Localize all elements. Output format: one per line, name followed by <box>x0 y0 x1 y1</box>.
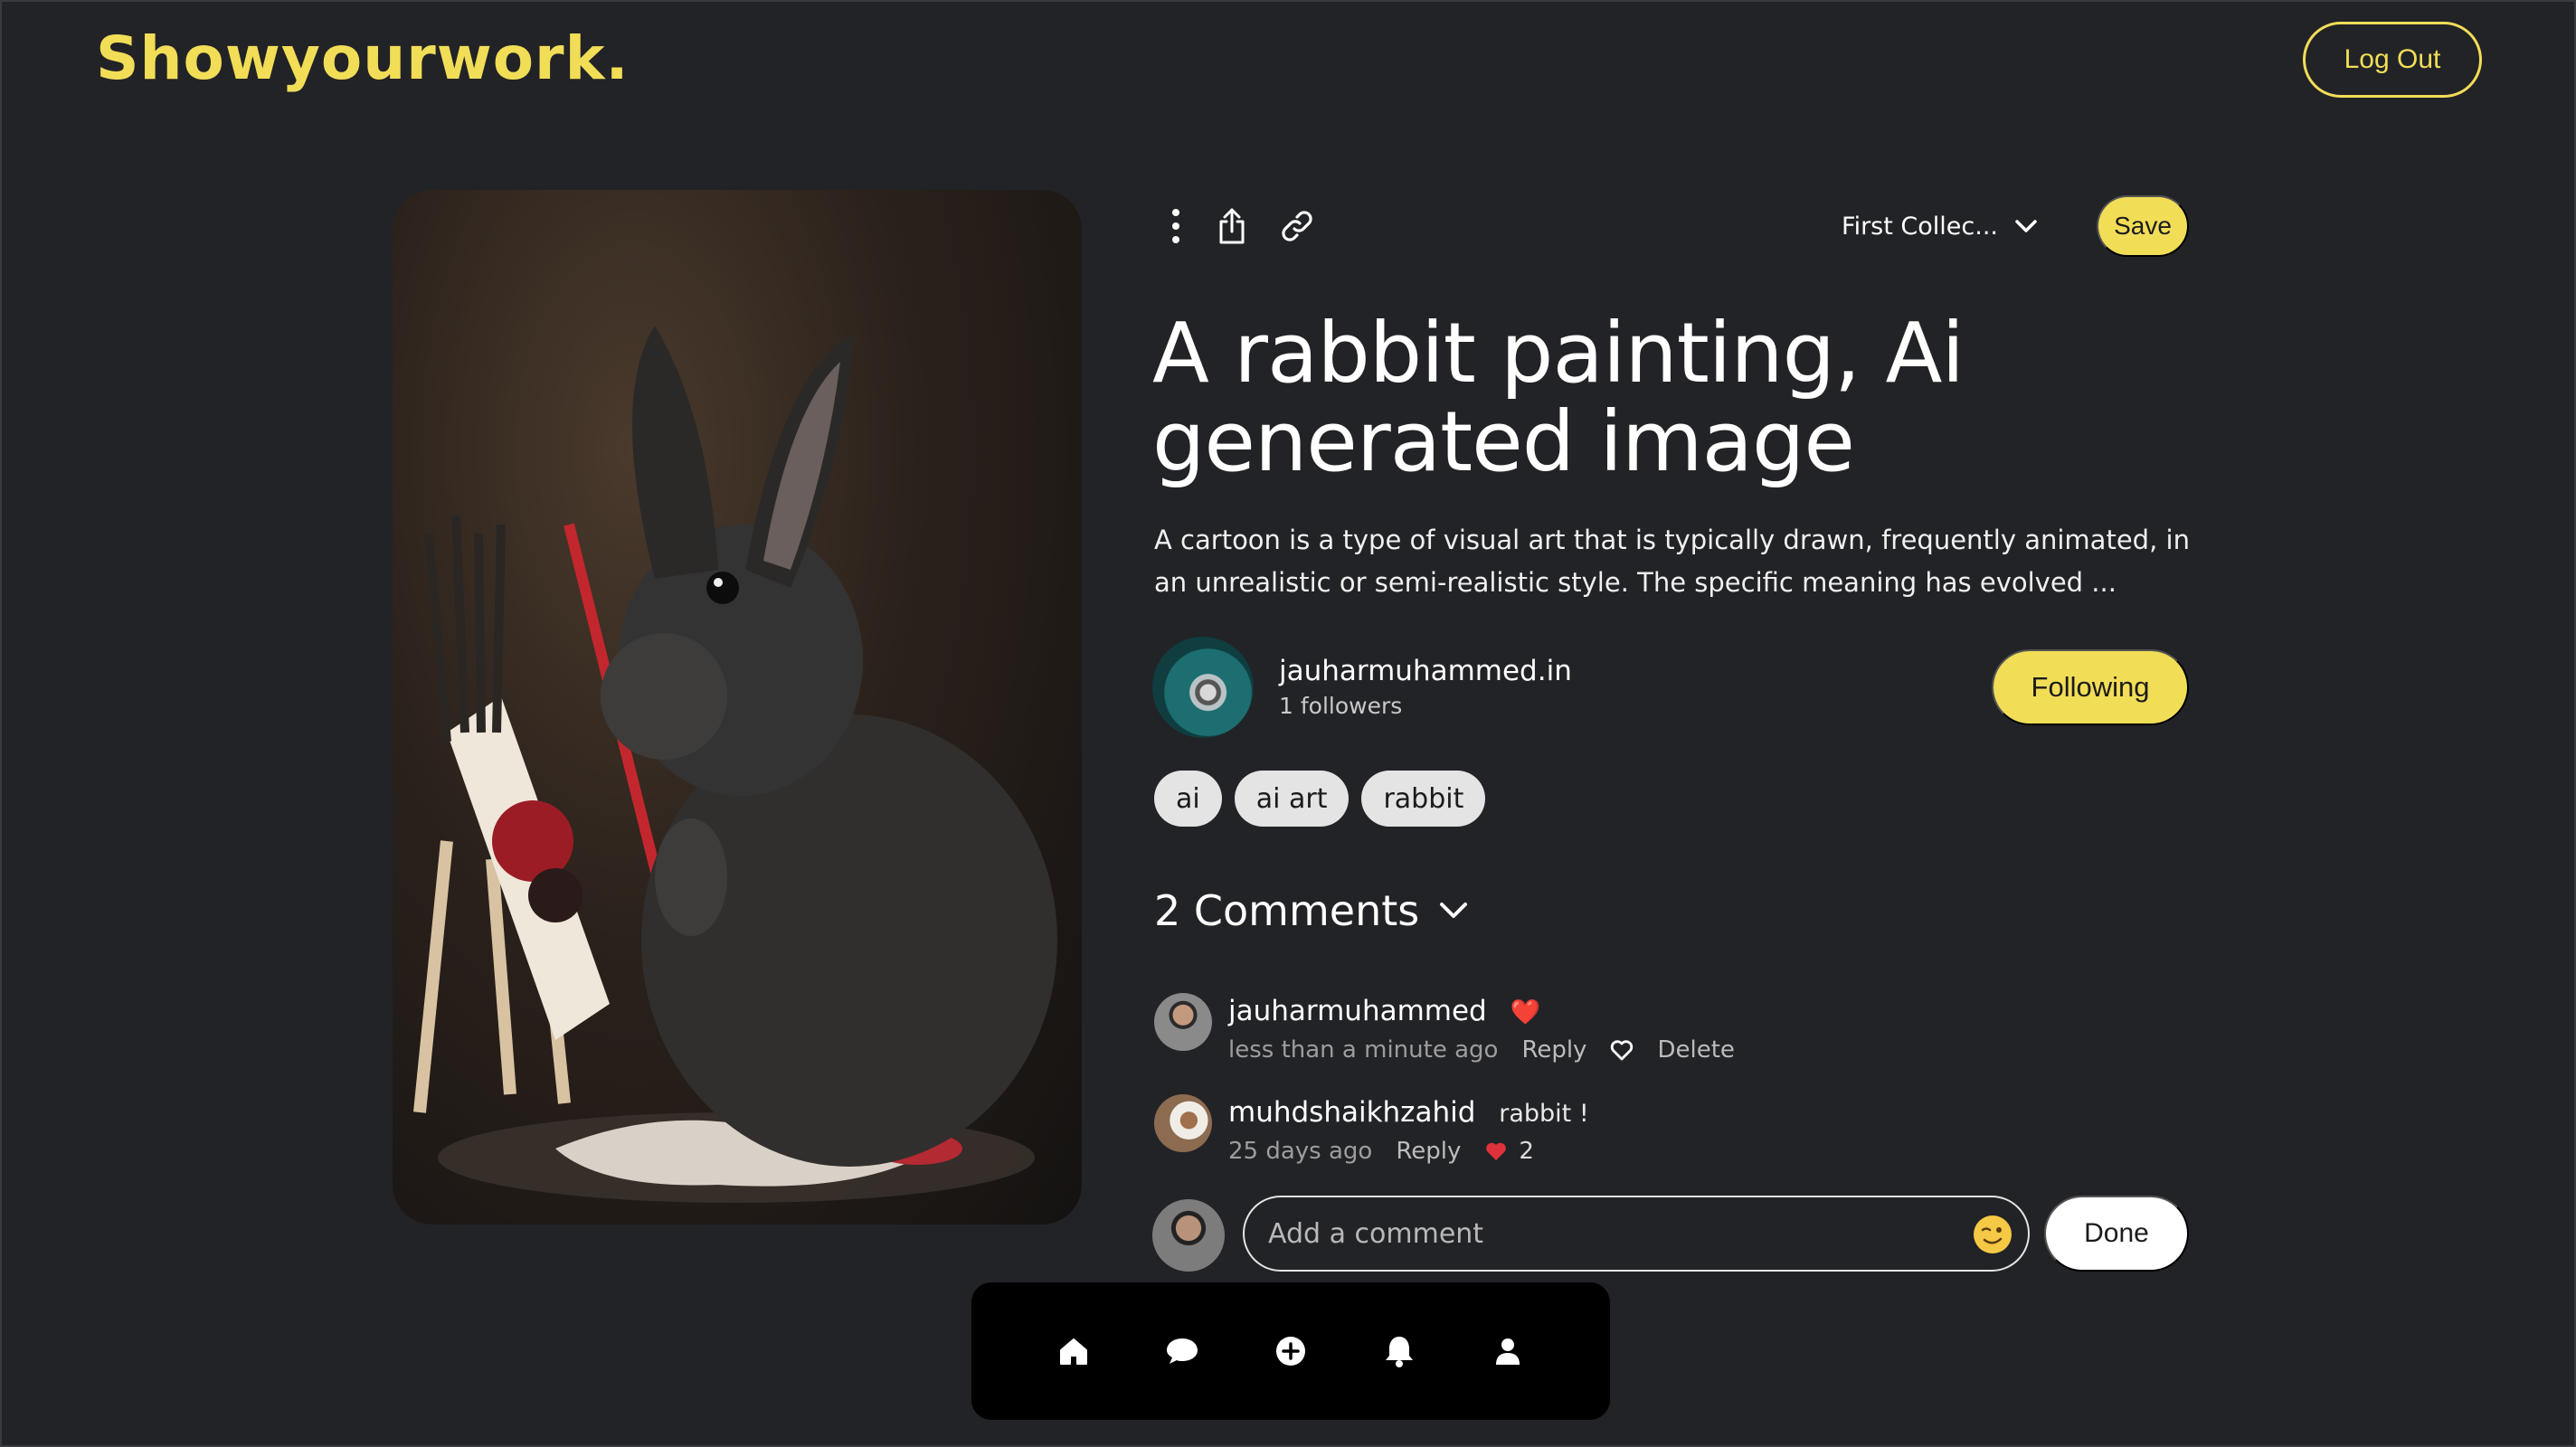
comments-count: 2 Comments <box>1154 886 1420 935</box>
reply-button[interactable]: Reply <box>1521 1036 1586 1064</box>
collection-select[interactable]: First Collec... <box>1842 204 2038 248</box>
chat-icon[interactable] <box>1164 1333 1200 1369</box>
site-logo[interactable]: Showyourwork. <box>96 24 630 93</box>
add-comment-row: Done <box>1152 1196 2189 1272</box>
link-icon[interactable] <box>1274 203 1321 250</box>
profile-icon[interactable] <box>1490 1333 1526 1369</box>
author-avatar[interactable] <box>1152 637 1254 738</box>
save-button[interactable]: Save <box>2097 195 2189 257</box>
logout-button[interactable]: Log Out <box>2303 22 2482 98</box>
more-vertical-icon[interactable] <box>1152 203 1199 250</box>
home-icon[interactable] <box>1056 1333 1092 1369</box>
tag-chip[interactable]: ai <box>1154 771 1222 827</box>
commenter-username[interactable]: muhdshaikhzahid <box>1228 1096 1475 1129</box>
commenter-username[interactable]: jauharmuhammed <box>1228 995 1487 1027</box>
app-window: Showyourwork. Log Out First Collec... Sa… <box>0 0 2576 1447</box>
post-description: A cartoon is a type of visual art that i… <box>1154 525 2190 598</box>
artwork-image[interactable] <box>393 190 1082 1225</box>
comment-text: rabbit ! <box>1499 1100 1589 1128</box>
comment-item: jauharmuhammed ❤️ less than a minute ago… <box>1154 993 2194 1065</box>
share-icon[interactable] <box>1208 203 1255 250</box>
add-icon[interactable] <box>1273 1333 1309 1369</box>
comment-time: less than a minute ago <box>1228 1036 1499 1064</box>
chevron-down-icon <box>2015 220 2037 232</box>
comments-toggle[interactable]: 2 Comments <box>1154 886 1468 935</box>
reply-button[interactable]: Reply <box>1396 1138 1461 1165</box>
comment-input[interactable] <box>1243 1196 2030 1272</box>
done-button[interactable]: Done <box>2044 1196 2189 1272</box>
commenter-avatar[interactable] <box>1154 1094 1212 1152</box>
following-button[interactable]: Following <box>1992 649 2189 725</box>
comment-item: muhdshaikhzahid rabbit ! 25 days ago Rep… <box>1154 1094 2194 1167</box>
post-title: A rabbit painting, Ai generated image <box>1152 305 1965 490</box>
comment-meta: 25 days ago Reply 2 <box>1228 1138 1534 1165</box>
commenter-name: muhdshaikhzahid rabbit ! <box>1228 1096 1589 1129</box>
heart-outline-icon[interactable] <box>1610 1039 1634 1061</box>
comment-meta: less than a minute ago Reply Delete <box>1228 1036 1735 1064</box>
delete-button[interactable]: Delete <box>1657 1036 1734 1064</box>
commenter-name: jauharmuhammed ❤️ <box>1228 995 1540 1027</box>
tag-chip[interactable]: rabbit <box>1361 771 1486 827</box>
bell-icon[interactable] <box>1381 1333 1417 1369</box>
tag-list: ai ai art rabbit <box>1154 771 1486 827</box>
tag-chip[interactable]: ai art <box>1234 771 1350 827</box>
author-name[interactable]: jauharmuhammed.in <box>1279 655 1572 687</box>
bottom-nav <box>971 1282 1610 1420</box>
commenter-avatar[interactable] <box>1154 993 1212 1051</box>
author-section: jauharmuhammed.in 1 followers Following <box>1152 635 2189 740</box>
current-user-avatar[interactable] <box>1152 1199 1225 1272</box>
collection-label: First Collec... <box>1842 212 1998 241</box>
heart-filled-icon[interactable] <box>1484 1140 1508 1162</box>
author-followers: 1 followers <box>1279 693 1403 719</box>
emoji-icon[interactable] <box>1972 1214 2013 1255</box>
chevron-down-icon <box>1440 903 1468 918</box>
like-count: 2 <box>1519 1138 1534 1165</box>
comment-text: ❤️ <box>1510 998 1541 1026</box>
comment-time: 25 days ago <box>1228 1138 1373 1165</box>
post-action-row: First Collec... Save <box>1152 195 2189 257</box>
